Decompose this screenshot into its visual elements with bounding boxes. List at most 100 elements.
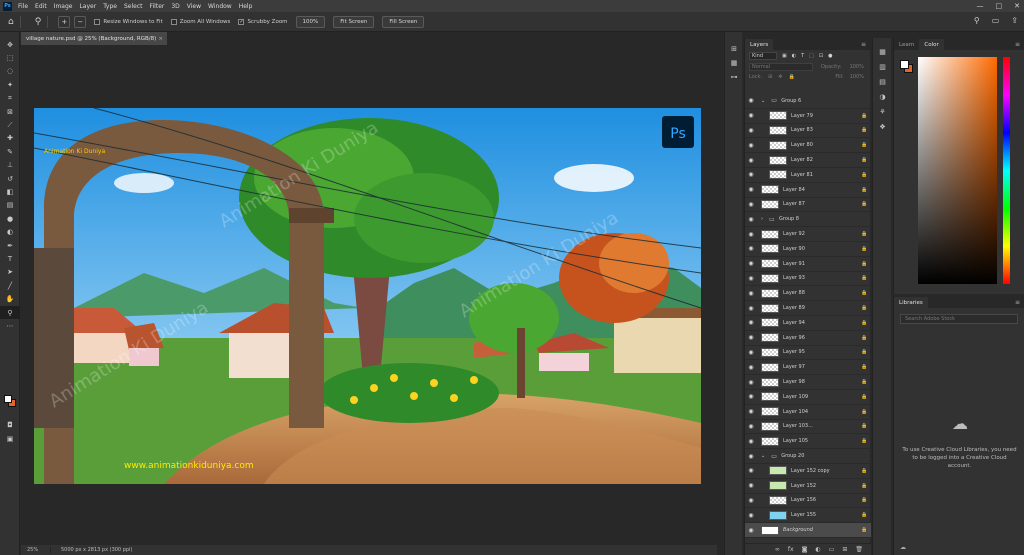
layer-name[interactable]: Layer 156 (791, 497, 861, 503)
visibility-eye-icon[interactable]: ◉ (745, 379, 757, 386)
layer-row[interactable]: ◉ Layer 109 🔒 (745, 390, 871, 405)
layer-row[interactable]: ◉ Layer 95 🔒 (745, 346, 871, 361)
dodge-tool-icon[interactable]: ◐ (0, 225, 20, 238)
filter-shape-icon[interactable]: ⬚ (809, 53, 814, 59)
visibility-eye-icon[interactable]: ◉ (745, 305, 757, 312)
healing-brush-icon[interactable]: ✚ (0, 132, 20, 145)
layer-row[interactable]: ◉ Layer 80 🔒 (745, 138, 871, 154)
layer-row[interactable]: ◉ Layer 103... 🔒 (745, 420, 871, 435)
visibility-eye-icon[interactable]: ◉ (745, 349, 757, 356)
layer-row[interactable]: ◉ Layer 92 🔒 (745, 227, 871, 242)
color-picker-field[interactable] (918, 57, 997, 284)
visibility-eye-icon[interactable]: ◉ (745, 512, 757, 519)
visibility-eye-icon[interactable]: ◉ (745, 423, 757, 430)
document-tab[interactable]: village nature.psd @ 25% (Background, RG… (21, 32, 167, 45)
tab-learn[interactable]: Learn (894, 39, 919, 50)
fit-screen-button[interactable]: Fit Screen (333, 15, 375, 28)
layer-name[interactable]: Layer 103... (783, 423, 861, 429)
blend-mode-select[interactable]: Normal (749, 62, 813, 71)
layer-row[interactable]: ◉ Layer 104 🔒 (745, 405, 871, 420)
screen-mode-icon[interactable]: ▣ (0, 432, 20, 445)
more-tools-icon[interactable]: ⋯ (0, 319, 20, 332)
filter-type-icon[interactable]: T (801, 53, 804, 59)
eyedropper-tool-icon[interactable]: ⟋ (0, 118, 20, 131)
layer-row[interactable]: ◉ Layer 97 🔒 (745, 360, 871, 376)
chevron-icon[interactable]: ⌄ (761, 98, 765, 104)
quick-mask-icon[interactable]: ◘ (0, 418, 20, 431)
workspace-icon[interactable]: ▭ (992, 16, 1000, 25)
layer-name[interactable]: Group 8 (779, 216, 871, 222)
gradients-icon[interactable]: ▥ (873, 59, 892, 74)
layer-name[interactable]: Layer 152 copy (791, 468, 861, 474)
tab-libraries[interactable]: Libraries (894, 297, 928, 308)
layer-row[interactable]: ◉ Layer 98 🔒 (745, 375, 871, 390)
filter-pixel-icon[interactable]: ▣ (782, 53, 787, 59)
layer-name[interactable]: Layer 82 (791, 157, 861, 163)
status-zoom[interactable]: 25% (21, 547, 51, 553)
layer-row[interactable]: ◉ Layer 152 🔒 (745, 479, 871, 494)
visibility-eye-icon[interactable]: ◉ (745, 231, 757, 238)
visibility-eye-icon[interactable]: ◉ (745, 482, 757, 489)
visibility-eye-icon[interactable]: ◉ (745, 393, 757, 400)
lock-pixels-icon[interactable]: ⊞ (768, 74, 772, 80)
layer-row[interactable]: ◉ Background 🔒 (745, 523, 871, 538)
visibility-eye-icon[interactable]: ◉ (745, 467, 757, 474)
eraser-tool-icon[interactable]: ◧ (0, 185, 20, 198)
layer-row[interactable]: ◉ Layer 81 🔒 (745, 168, 871, 183)
layer-row[interactable]: ◉ Layer 96 🔒 (745, 331, 871, 346)
zoom-all-checkbox[interactable]: Zoom All Windows (170, 18, 230, 25)
visibility-eye-icon[interactable]: ◉ (745, 186, 757, 193)
foreground-color-swatch[interactable] (4, 395, 12, 403)
layer-group-row[interactable]: ◉ › ▭ Group 8 (745, 212, 871, 228)
zoom-tool-icon[interactable]: ⚲ (0, 305, 20, 320)
path-selection-icon[interactable]: ➤ (0, 266, 20, 279)
layer-name[interactable]: Layer 80 (791, 142, 861, 148)
close-tab-icon[interactable]: × (158, 36, 163, 42)
resize-windows-checkbox[interactable]: Resize Windows to Fit (94, 18, 163, 25)
new-layer-icon[interactable]: ⊞ (842, 546, 847, 553)
menu-view[interactable]: View (187, 3, 201, 10)
filter-adjustment-icon[interactable]: ◐ (792, 53, 796, 59)
layer-name[interactable]: Layer 98 (783, 379, 861, 385)
zoom-tool-icon[interactable]: ⚲ (35, 17, 42, 27)
panel-menu-icon[interactable]: ≡ (1015, 41, 1020, 48)
layer-row[interactable]: ◉ Layer 94 🔒 (745, 316, 871, 331)
menu-type[interactable]: Type (103, 3, 117, 10)
patterns-icon[interactable]: ▤ (873, 74, 892, 89)
visibility-eye-icon[interactable]: ◉ (745, 127, 757, 134)
filter-smart-icon[interactable]: ⊡ (819, 53, 823, 59)
fill-screen-button[interactable]: Fill Screen (382, 15, 425, 28)
channels-icon[interactable]: ◑ (873, 89, 892, 104)
crop-tool-icon[interactable]: ⌗ (0, 92, 20, 105)
layer-name[interactable]: Layer 105 (783, 438, 861, 444)
layer-name[interactable]: Layer 104 (783, 409, 861, 415)
brush-tool-icon[interactable]: ✎ (0, 145, 20, 158)
layer-row[interactable]: ◉ Layer 82 🔒 (745, 153, 871, 168)
marquee-tool-icon[interactable]: ⬚ (0, 51, 20, 64)
visibility-eye-icon[interactable]: ◉ (745, 438, 757, 445)
visibility-eye-icon[interactable]: ◉ (745, 171, 757, 178)
layer-name[interactable]: Layer 152 (791, 483, 861, 489)
minimize-button[interactable]: — (977, 2, 984, 10)
layer-name[interactable]: Layer 93 (783, 275, 861, 281)
menu-filter[interactable]: Filter (150, 3, 165, 10)
lock-position-icon[interactable]: ✥ (778, 74, 782, 80)
visibility-eye-icon[interactable]: ◉ (745, 319, 757, 326)
layer-name[interactable]: Layer 109 (783, 394, 861, 400)
layer-name[interactable]: Layer 87 (783, 201, 861, 207)
history-icon[interactable]: ⊞ (725, 42, 743, 56)
visibility-eye-icon[interactable]: ◉ (745, 453, 757, 460)
layer-name[interactable]: Layer 92 (783, 231, 861, 237)
layer-row[interactable]: ◉ Layer 83 🔒 (745, 124, 871, 139)
close-button[interactable]: ✕ (1014, 2, 1020, 10)
layer-name[interactable]: Layer 91 (783, 261, 861, 267)
frame-tool-icon[interactable]: ⊠ (0, 105, 20, 118)
visibility-eye-icon[interactable]: ◉ (745, 201, 757, 208)
layer-name[interactable]: Layer 79 (791, 113, 861, 119)
panel-menu-icon[interactable]: ≡ (1015, 299, 1020, 306)
paths-icon[interactable]: ⚘ (873, 104, 892, 119)
share-icon[interactable]: ⇪ (1011, 16, 1018, 25)
visibility-eye-icon[interactable]: ◉ (745, 364, 757, 371)
document-canvas[interactable]: www.animationkiduniya.com Animation Ki D… (34, 108, 701, 484)
layer-row[interactable]: ◉ Layer 156 🔒 (745, 494, 871, 509)
